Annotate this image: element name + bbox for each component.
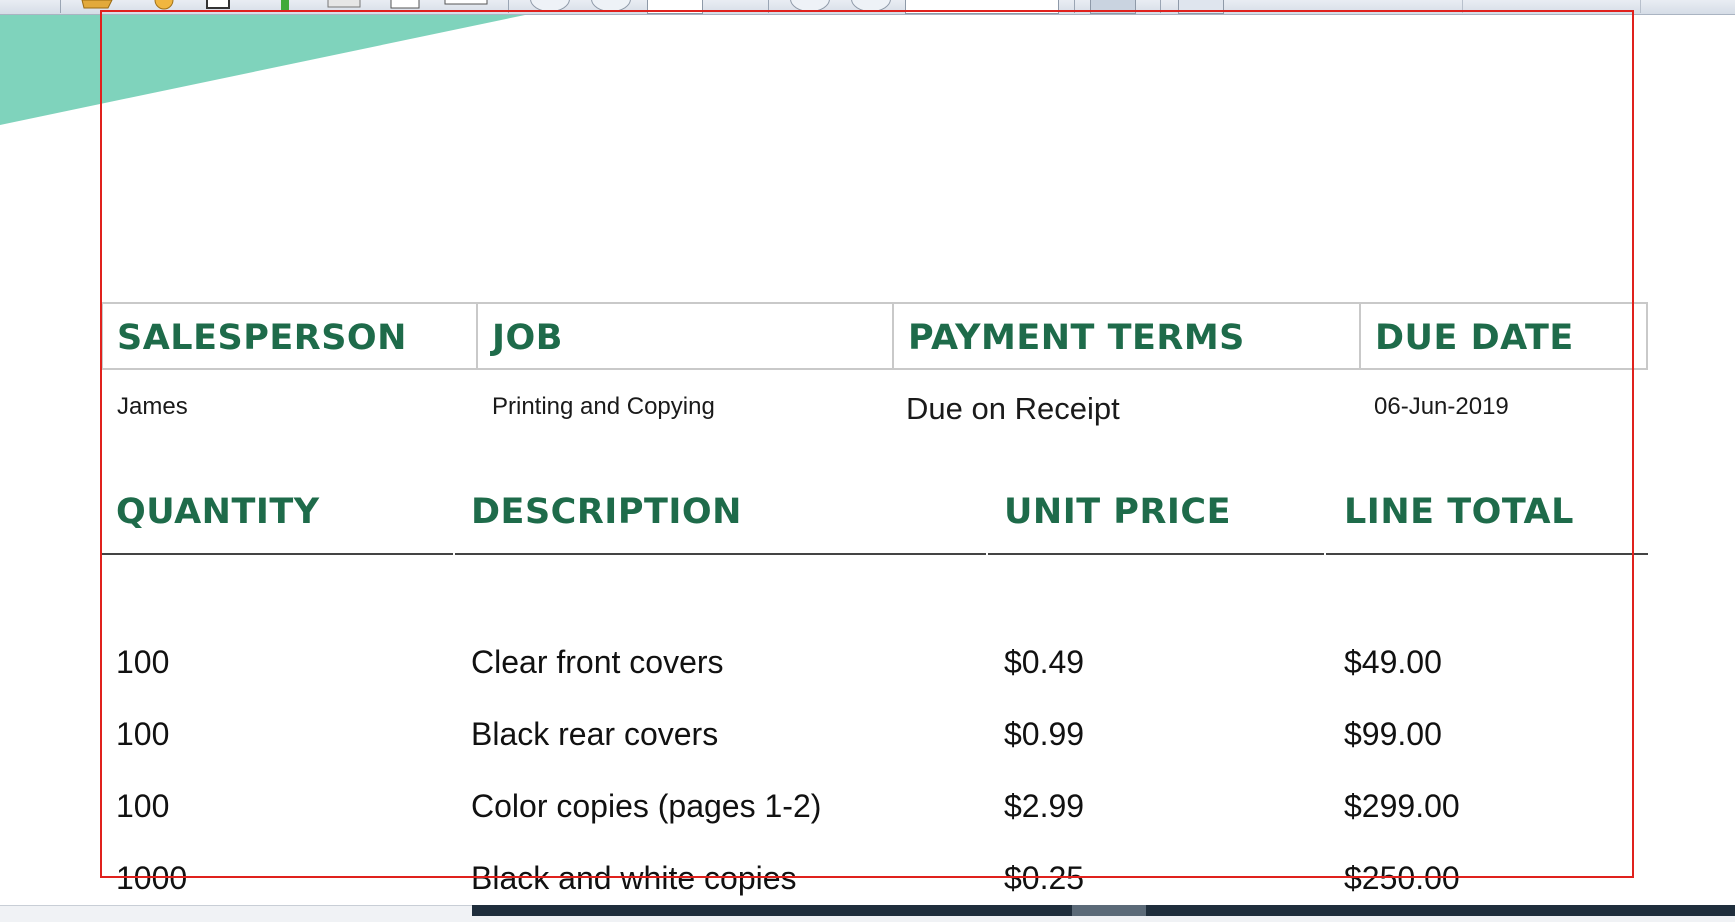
- table-rule: [100, 553, 453, 555]
- toolbar: [0, 0, 1735, 15]
- toolbar-separator: [60, 0, 61, 13]
- unit-price-cell: $0.25: [1004, 860, 1085, 896]
- quantity-cell: 100: [116, 716, 170, 752]
- print-icon[interactable]: [387, 0, 423, 10]
- quantity-cell: 1000: [116, 860, 188, 896]
- toolbar-separator: [768, 0, 769, 13]
- table-rule: [455, 553, 986, 555]
- description-cell: Black and white copies: [471, 860, 797, 896]
- due-date-value: 06-Jun-2019: [1374, 393, 1509, 420]
- back-icon[interactable]: [530, 0, 570, 12]
- forward-icon[interactable]: [591, 0, 631, 12]
- decorative-header-wedge: [0, 15, 525, 125]
- line-total-cell: $49.00: [1344, 644, 1442, 680]
- zoom-in-icon[interactable]: [851, 0, 891, 12]
- save-icon[interactable]: [326, 0, 362, 10]
- bookmark-icon[interactable]: [278, 0, 292, 10]
- unit-price-header: UNIT PRICE: [1004, 492, 1232, 532]
- info-cell-due-date: DUE DATE: [1359, 302, 1648, 370]
- toolbar-separator: [1160, 0, 1161, 13]
- job-value: Printing and Copying: [492, 393, 715, 420]
- toolbar-separator: [1074, 0, 1075, 13]
- scrollbar-thumb[interactable]: [1072, 905, 1146, 916]
- open-icon[interactable]: [80, 0, 114, 10]
- info-cell-payment-terms: PAYMENT TERMS: [892, 302, 1359, 370]
- toolbar-separator: [508, 0, 509, 13]
- line-total-header: LINE TOTAL: [1344, 492, 1574, 532]
- salesperson-header: SALESPERSON: [117, 318, 407, 358]
- due-date-header: DUE DATE: [1375, 318, 1574, 358]
- line-total-cell: $250.00: [1344, 860, 1460, 896]
- payment-terms-header: PAYMENT TERMS: [908, 318, 1245, 358]
- description-cell: Clear front covers: [471, 644, 724, 680]
- line-total-cell: $299.00: [1344, 788, 1460, 824]
- quantity-cell: 100: [116, 644, 170, 680]
- fit-page-icon[interactable]: [1090, 0, 1136, 14]
- page-icon[interactable]: [204, 0, 232, 10]
- info-cell-salesperson: SALESPERSON: [101, 302, 476, 370]
- zoom-field[interactable]: [905, 0, 1059, 14]
- toolbar-separator: [1640, 0, 1641, 13]
- job-header: JOB: [492, 318, 563, 358]
- unit-price-cell: $0.99: [1004, 716, 1085, 752]
- view-icon[interactable]: [1178, 0, 1224, 14]
- page-number-field[interactable]: [647, 0, 703, 14]
- zoom-out-icon[interactable]: [790, 0, 830, 12]
- toolbar-separator: [1462, 0, 1463, 13]
- unit-price-cell: $0.49: [1004, 644, 1085, 680]
- description-header: DESCRIPTION: [471, 492, 742, 532]
- table-rule: [1326, 553, 1648, 555]
- table-rule: [988, 553, 1324, 555]
- quantity-header: QUANTITY: [116, 492, 320, 532]
- salesperson-value: James: [117, 393, 188, 420]
- info-header-row: SALESPERSON JOB PAYMENT TERMS DUE DATE: [101, 302, 1648, 370]
- document-page: [0, 15, 1735, 905]
- description-cell: Black rear covers: [471, 716, 719, 752]
- info-cell-job: JOB: [476, 302, 892, 370]
- unit-price-cell: $2.99: [1004, 788, 1085, 824]
- quantity-cell: 100: [116, 788, 170, 824]
- line-total-cell: $99.00: [1344, 716, 1442, 752]
- settings-icon[interactable]: [147, 0, 181, 10]
- payment-terms-value: Due on Receipt: [906, 391, 1120, 426]
- clipboard-icon[interactable]: [443, 0, 489, 10]
- description-cell: Color copies (pages 1-2): [471, 788, 822, 824]
